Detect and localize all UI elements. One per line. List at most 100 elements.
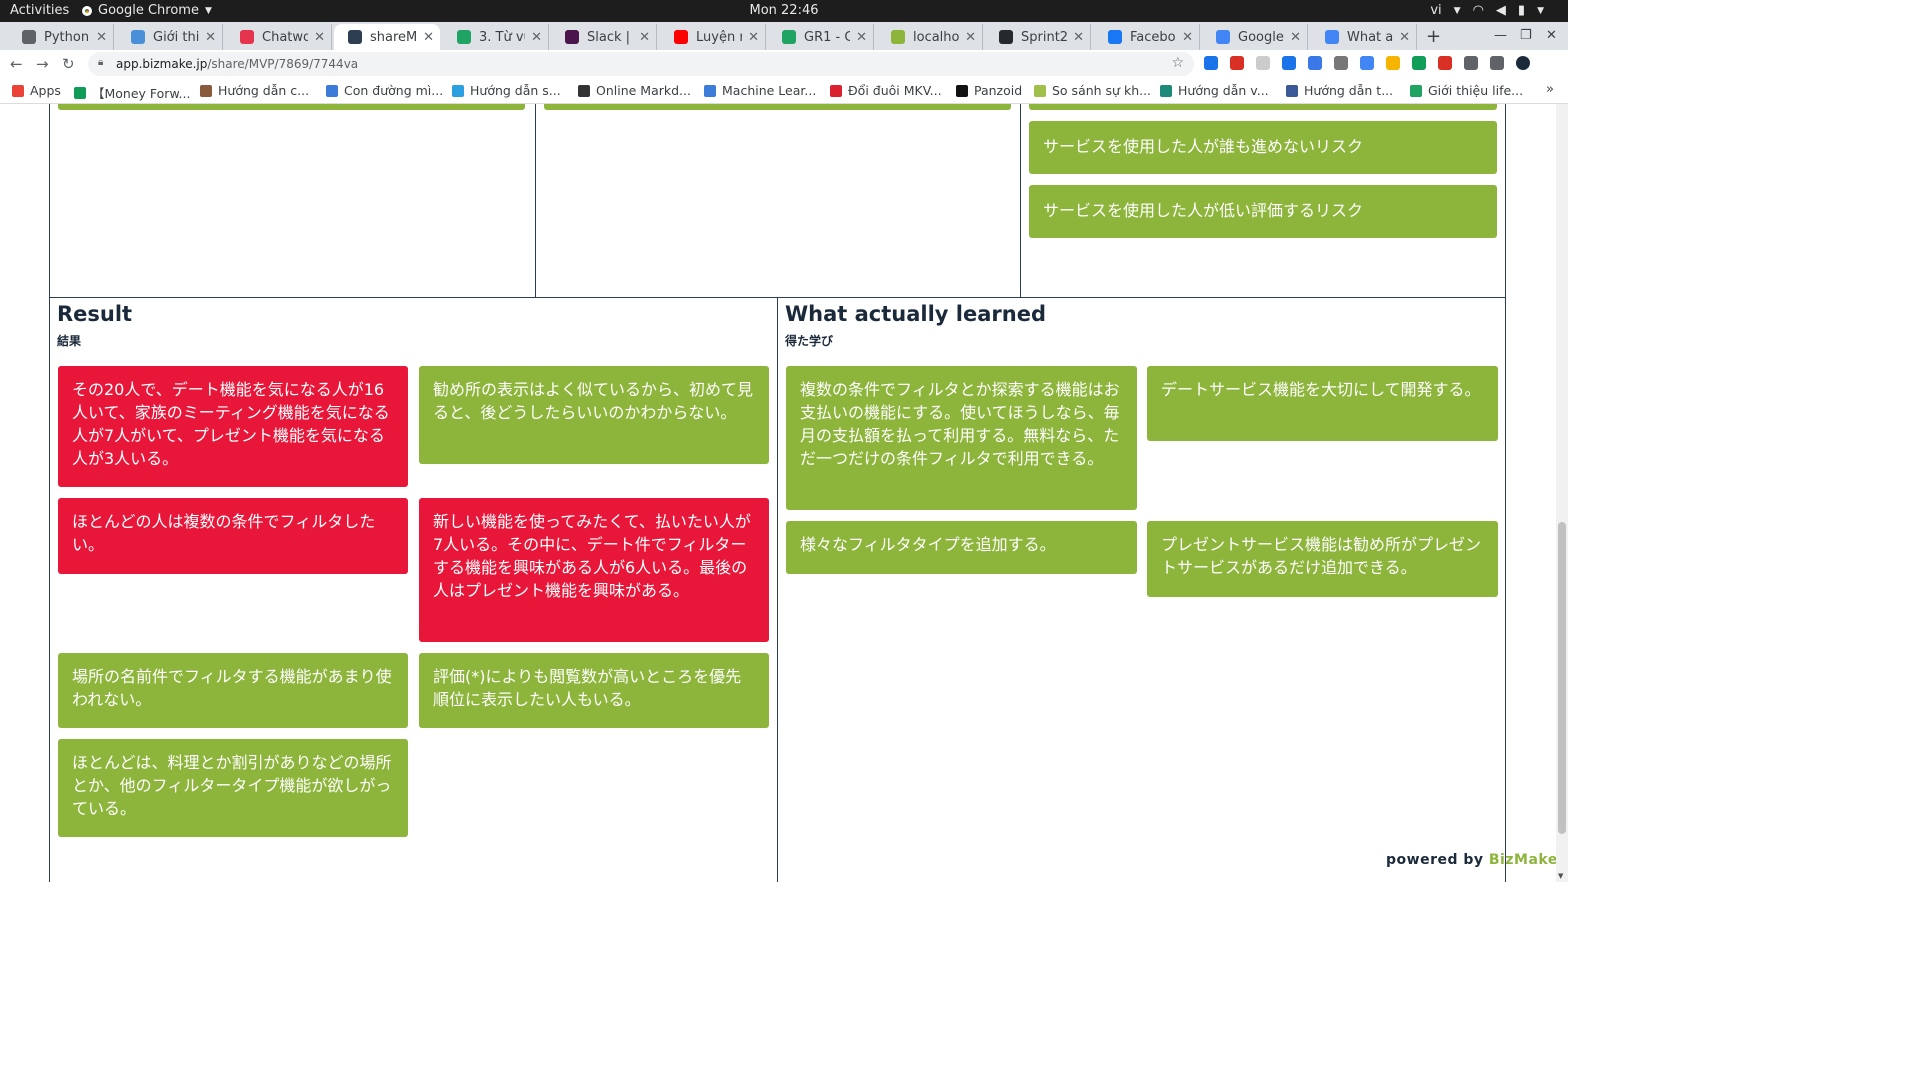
tab-5[interactable]: Slack | ma ✕ xyxy=(551,24,657,50)
tab-12[interactable]: What actu ✕ xyxy=(1311,24,1417,50)
tab-label: localhost: xyxy=(913,29,960,45)
extension-icon[interactable] xyxy=(1464,56,1478,70)
brand-link[interactable]: BizMake xyxy=(1489,852,1558,868)
close-window-icon[interactable]: ✕ xyxy=(1546,28,1557,43)
result-card[interactable]: 評価(*)によりも閲覧数が高いところを優先順位に表示したい人もいる。 xyxy=(419,653,769,728)
tab-11[interactable]: Google Di ✕ xyxy=(1202,24,1308,50)
learned-card[interactable]: プレゼントサービス機能は勧め所がプレゼントサービスがあるだけ追加できる。 xyxy=(1147,521,1498,597)
bookmark-item[interactable]: Đổi đuôi MKV... xyxy=(830,83,942,98)
extension-icon[interactable] xyxy=(1282,56,1296,70)
tab-close-icon[interactable]: ✕ xyxy=(639,30,650,45)
profile-avatar[interactable] xyxy=(1516,56,1530,70)
bookmark-label: Con đường mì... xyxy=(344,83,444,98)
result-card[interactable]: 勧め所の表示はよく似ているから、初めて見ると、後どうしたらいいのかわからない。 xyxy=(419,366,769,464)
result-card[interactable]: ほとんどは、料理とか割引がありなどの場所とか、他のフィルタータイプ機能が欲しがっ… xyxy=(58,739,408,837)
learned-card[interactable]: デートサービス機能を大切にして開発する。 xyxy=(1147,366,1498,441)
extension-icon[interactable] xyxy=(1360,56,1374,70)
address-bar[interactable]: 🔒︎ app.bizmake.jp/share/MVP/7869/7744va … xyxy=(88,52,1194,76)
language-indicator[interactable]: vi xyxy=(1430,3,1441,18)
result-card[interactable]: 新しい機能を使ってみたくて、払いたい人が7人いる。その中に、デート件でフィルター… xyxy=(419,498,769,642)
tab-close-icon[interactable]: ✕ xyxy=(531,30,542,45)
tab-2[interactable]: Chatwork ✕ xyxy=(226,24,332,50)
card-clipped[interactable] xyxy=(544,104,1011,110)
extension-icon[interactable] xyxy=(1438,56,1452,70)
bookmark-label: Online Markd... xyxy=(596,83,691,98)
bookmark-item[interactable]: Online Markd... xyxy=(578,83,691,98)
volume-icon: ◀ xyxy=(1495,3,1506,18)
tab-7[interactable]: GR1 - Goo ✕ xyxy=(768,24,874,50)
tab-favicon-icon xyxy=(565,30,579,44)
bookmark-item[interactable]: Machine Lear... xyxy=(704,83,816,98)
tab-0[interactable]: Python ra ✕ xyxy=(8,24,114,50)
clock[interactable]: Mon 22:46 xyxy=(0,3,1568,18)
tab-favicon-icon xyxy=(22,30,36,44)
tab-10[interactable]: Facebook ✕ xyxy=(1094,24,1200,50)
page-viewport: サービスを使用した人が誰も進めないリスク サービスを使用した人が低い評価するリス… xyxy=(0,104,1568,882)
bookmark-favicon-icon xyxy=(830,84,842,97)
back-icon[interactable]: ← xyxy=(10,55,23,73)
tab-close-icon[interactable]: ✕ xyxy=(1073,30,1084,45)
result-card[interactable]: ほとんどの人は複数の条件でフィルタしたい。 xyxy=(58,498,408,574)
risk-card[interactable]: サービスを使用した人が誰も進めないリスク xyxy=(1029,121,1497,174)
tab-8[interactable]: localhost: ✕ xyxy=(877,24,983,50)
bookmark-item[interactable]: Hướng dẫn s... xyxy=(452,83,561,98)
bookmark-favicon-icon xyxy=(74,86,86,99)
bookmark-item[interactable]: Hướng dẫn t... xyxy=(1286,83,1393,98)
result-title: Result xyxy=(57,302,133,326)
bookmarks-overflow-icon[interactable]: » xyxy=(1546,82,1554,97)
tab-3[interactable]: shareMVP ✕ xyxy=(334,24,440,50)
bookmark-label: Đổi đuôi MKV... xyxy=(848,83,942,98)
tab-close-icon[interactable]: ✕ xyxy=(856,30,867,45)
system-tray[interactable]: vi ▼ ◠ ◀ ▮ ▼ xyxy=(1430,3,1544,18)
bookmark-item[interactable]: So sánh sự kh... xyxy=(1034,83,1151,98)
scrollbar-thumb[interactable] xyxy=(1558,522,1566,834)
result-card[interactable]: 場所の名前件でフィルタする機能があまり使われない。 xyxy=(58,653,408,728)
tab-close-icon[interactable]: ✕ xyxy=(96,30,107,45)
tab-9[interactable]: Sprint2 m ✕ xyxy=(985,24,1091,50)
bookmark-item[interactable]: Panzoid xyxy=(956,83,1022,98)
extension-icon[interactable] xyxy=(1204,56,1218,70)
tab-close-icon[interactable]: ✕ xyxy=(965,30,976,45)
forward-icon[interactable]: → xyxy=(36,55,49,73)
extension-icon[interactable] xyxy=(1308,56,1322,70)
tab-label: Google Di xyxy=(1238,29,1284,45)
tab-close-icon[interactable]: ✕ xyxy=(314,30,325,45)
extension-icon[interactable] xyxy=(1256,56,1270,70)
bookmark-item[interactable]: Apps xyxy=(12,83,61,98)
extension-icon[interactable] xyxy=(1412,56,1426,70)
learned-card[interactable]: 様々なフィルタタイプを追加する。 xyxy=(786,521,1137,574)
bookmark-item[interactable]: 【Money Forw... xyxy=(74,83,190,102)
new-tab-button[interactable]: + xyxy=(1426,26,1441,47)
extension-icon[interactable] xyxy=(1490,56,1504,70)
tab-close-icon[interactable]: ✕ xyxy=(748,30,759,45)
extension-icon[interactable] xyxy=(1230,56,1244,70)
tab-close-icon[interactable]: ✕ xyxy=(423,30,434,45)
risk-card[interactable]: サービスを使用した人が低い評価するリスク xyxy=(1029,185,1497,238)
bookmark-item[interactable]: Con đường mì... xyxy=(326,83,443,98)
bookmark-label: Hướng dẫn v... xyxy=(1178,83,1269,98)
extension-icon[interactable] xyxy=(1386,56,1400,70)
tab-close-icon[interactable]: ✕ xyxy=(1182,30,1193,45)
result-card[interactable]: その20人で、デート機能を気になる人が16人いて、家族のミーティング機能を気にな… xyxy=(58,366,408,487)
tab-close-icon[interactable]: ✕ xyxy=(1290,30,1301,45)
tab-label: GR1 - Goo xyxy=(804,29,850,45)
card-clipped[interactable] xyxy=(1029,104,1497,110)
bookmark-item[interactable]: Hướng dẫn v... xyxy=(1160,83,1269,98)
scroll-down-arrow-icon[interactable]: ▼ xyxy=(1558,872,1563,880)
bookmark-item[interactable]: Hướng dẫn c... xyxy=(200,83,309,98)
bookmark-item[interactable]: Giới thiệu life... xyxy=(1410,83,1523,98)
restore-icon[interactable]: ❐ xyxy=(1520,28,1532,43)
learned-card[interactable]: 複数の条件でフィルタとか探索する機能はお支払いの機能にする。使いてほうしなら、毎… xyxy=(786,366,1137,510)
minimize-icon[interactable]: — xyxy=(1494,28,1507,43)
extension-icon[interactable] xyxy=(1334,56,1348,70)
reload-icon[interactable]: ↻ xyxy=(62,55,75,73)
card-clipped[interactable] xyxy=(58,104,525,110)
tab-4[interactable]: 3. Từ vựng ✕ xyxy=(443,24,549,50)
tab-close-icon[interactable]: ✕ xyxy=(205,30,216,45)
tab-6[interactable]: Luyện ng ✕ xyxy=(660,24,766,50)
tab-1[interactable]: Giới thiệu ✕ xyxy=(117,24,223,50)
tab-close-icon[interactable]: ✕ xyxy=(1399,30,1410,45)
tab-label: Giới thiệu xyxy=(153,29,200,45)
bookmark-star-icon[interactable]: ☆ xyxy=(1171,55,1184,71)
page-scrollbar[interactable]: ▼ xyxy=(1556,104,1568,882)
